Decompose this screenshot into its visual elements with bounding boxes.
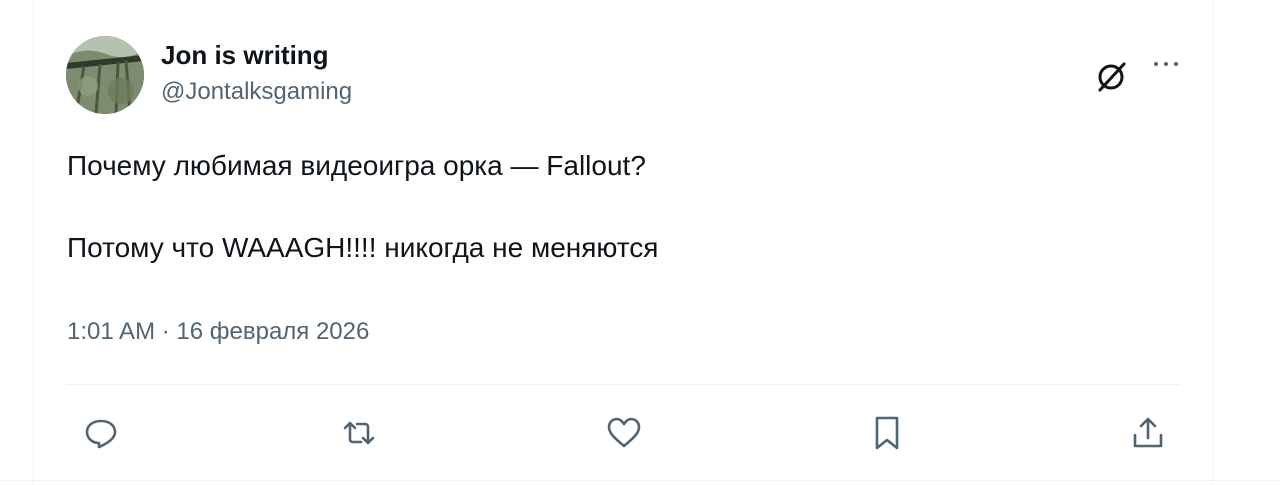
reply-icon: [85, 419, 117, 449]
tweet-line-2: Потому что WAAAGH!!!! никогда не меняютс…: [67, 232, 659, 263]
timestamp[interactable]: 1:01 AM · 16 февраля 2026: [67, 318, 369, 346]
like-button[interactable]: [604, 413, 644, 453]
avatar[interactable]: [66, 36, 144, 114]
more-icon[interactable]: [1148, 52, 1184, 76]
divider: [67, 384, 1180, 385]
author-name[interactable]: Jon is writing: [161, 40, 329, 71]
retweet-button[interactable]: [339, 413, 379, 453]
tweet-line-1: Почему любимая видеоигра орка — Fallout?: [67, 150, 646, 181]
author-handle[interactable]: @Jontalksgaming: [161, 78, 352, 106]
reply-button[interactable]: [81, 413, 121, 453]
like-icon: [607, 417, 641, 448]
retweet-icon: [343, 421, 375, 445]
bookmark-icon: [875, 416, 899, 450]
bottom-divider: [0, 480, 1280, 481]
bookmark-button[interactable]: [867, 413, 907, 453]
share-icon: [1133, 417, 1163, 448]
tweet-card: Jon is writing @Jontalksgaming Почему лю…: [33, 0, 1213, 485]
tweet-text: Почему любимая видеоигра орка — Fallout?…: [67, 146, 658, 268]
grok-icon[interactable]: [1094, 58, 1130, 94]
avatar-photo: [66, 36, 144, 114]
share-button[interactable]: [1128, 413, 1168, 453]
